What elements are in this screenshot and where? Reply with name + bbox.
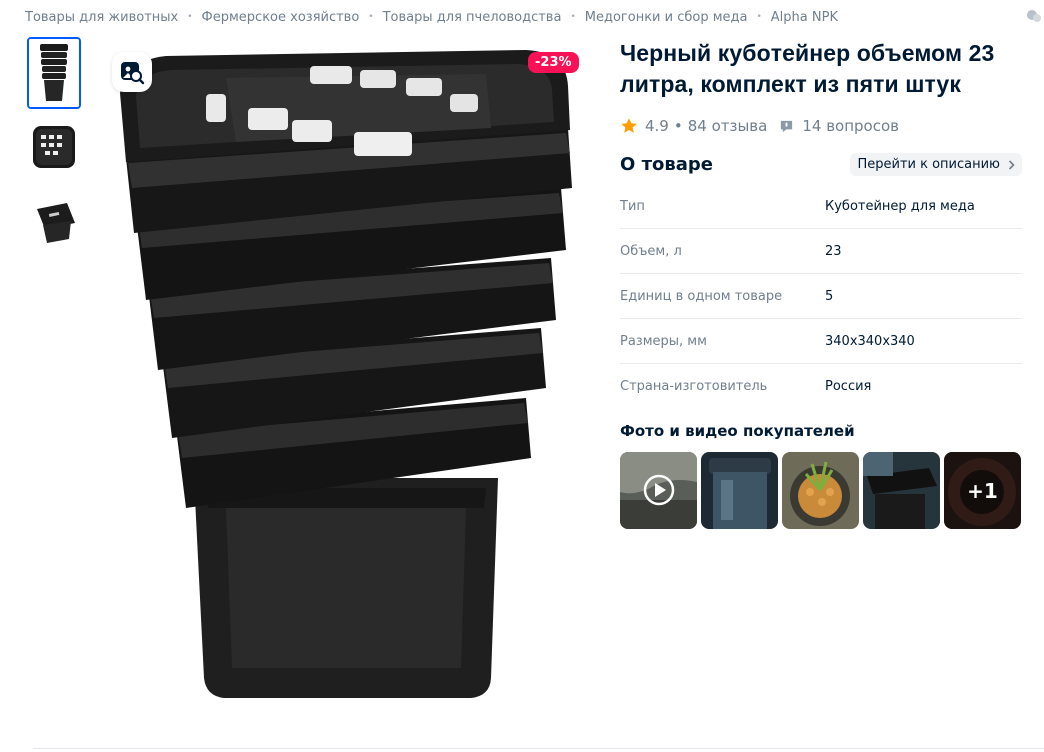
product-info: Черный кубoтейнер объемом 23 литра, комп… bbox=[620, 38, 1022, 529]
property-value: 340x340x340 bbox=[825, 333, 915, 349]
property-value: 5 bbox=[825, 288, 834, 304]
property-row: Страна-изготовитель Россия bbox=[620, 364, 1022, 409]
property-key: Размеры, мм bbox=[620, 333, 707, 349]
property-key: Страна-изготовитель bbox=[620, 379, 768, 394]
breadcrumb-separator: • bbox=[756, 12, 762, 22]
customer-more-media[interactable]: +1 bbox=[944, 452, 1021, 529]
more-media-count: +1 bbox=[967, 478, 998, 503]
rating-row: 4.9 • 84 отзыва 14 вопросов bbox=[620, 117, 1022, 135]
thumbnail-stack-front[interactable] bbox=[27, 37, 81, 109]
thumbnail-stack-top[interactable] bbox=[27, 113, 81, 185]
rating-separator: • bbox=[673, 117, 683, 135]
property-row: Размеры, мм 340x340x340 bbox=[620, 319, 1022, 364]
breadcrumb: Товары для животных • Фермерское хозяйст… bbox=[25, 8, 838, 26]
rating-value: 4.9 bbox=[645, 117, 669, 135]
thumbnail-tilted-bucket[interactable] bbox=[27, 189, 81, 261]
chevron-right-icon bbox=[1008, 159, 1015, 170]
about-title: О товаре bbox=[620, 153, 713, 175]
property-key: Тип bbox=[620, 198, 645, 214]
reviews-link[interactable]: 84 отзыва bbox=[688, 117, 768, 135]
breadcrumb-separator: • bbox=[368, 12, 374, 22]
goto-description-button[interactable]: Перейти к описанию bbox=[850, 152, 1022, 176]
customer-media-list: +1 bbox=[620, 452, 1022, 529]
question-bubble-icon bbox=[781, 120, 793, 132]
customer-photo-thumb[interactable] bbox=[701, 452, 778, 529]
questions-link[interactable]: 14 вопросов bbox=[802, 117, 899, 135]
zoom-button[interactable] bbox=[112, 52, 152, 92]
property-value: Кубoтейнер для меда bbox=[825, 198, 975, 214]
customer-photo-thumb[interactable] bbox=[782, 452, 859, 529]
product-main-image[interactable] bbox=[106, 38, 586, 710]
image-search-icon bbox=[121, 62, 145, 85]
goto-description-label: Перейти к описанию bbox=[857, 156, 1000, 172]
customer-video-thumb[interactable] bbox=[620, 452, 697, 529]
breadcrumb-item-animals[interactable]: Товары для животных bbox=[25, 10, 178, 25]
customer-photo-thumb[interactable] bbox=[863, 452, 940, 529]
property-row: Объем, л 23 bbox=[620, 229, 1022, 274]
discount-badge: -23% bbox=[528, 52, 579, 73]
chat-bubbles-icon[interactable] bbox=[1026, 8, 1042, 24]
breadcrumb-item-brand[interactable]: Alpha NPK bbox=[771, 10, 838, 25]
product-title: Черный кубoтейнер объемом 23 литра, комп… bbox=[620, 40, 995, 97]
property-row: Тип Кубoтейнер для меда bbox=[620, 184, 1022, 229]
breadcrumb-item-farm[interactable]: Фермерское хозяйство bbox=[202, 10, 360, 25]
property-key: Объем, л bbox=[620, 243, 682, 259]
property-row: Единиц в одном товаре 5 bbox=[620, 274, 1022, 319]
about-header: О товаре Перейти к описанию bbox=[620, 152, 1022, 176]
breadcrumb-item-beekeeping[interactable]: Товары для пчеловодства bbox=[383, 10, 562, 25]
property-value: 23 bbox=[825, 243, 842, 259]
breadcrumb-item-honey[interactable]: Медогонки и сбор меда bbox=[585, 10, 748, 25]
property-value: Россия bbox=[825, 379, 872, 394]
customer-media-title: Фото и видео покупателей bbox=[620, 422, 855, 440]
properties-table: Тип Кубoтейнер для меда Объем, л 23 Един… bbox=[620, 184, 1022, 409]
divider bbox=[33, 748, 1044, 749]
thumbnail-list bbox=[27, 37, 81, 265]
star-icon bbox=[621, 118, 637, 133]
breadcrumb-separator: • bbox=[187, 12, 193, 22]
breadcrumb-separator: • bbox=[570, 12, 576, 22]
property-key: Единиц в одном товаре bbox=[620, 288, 783, 304]
